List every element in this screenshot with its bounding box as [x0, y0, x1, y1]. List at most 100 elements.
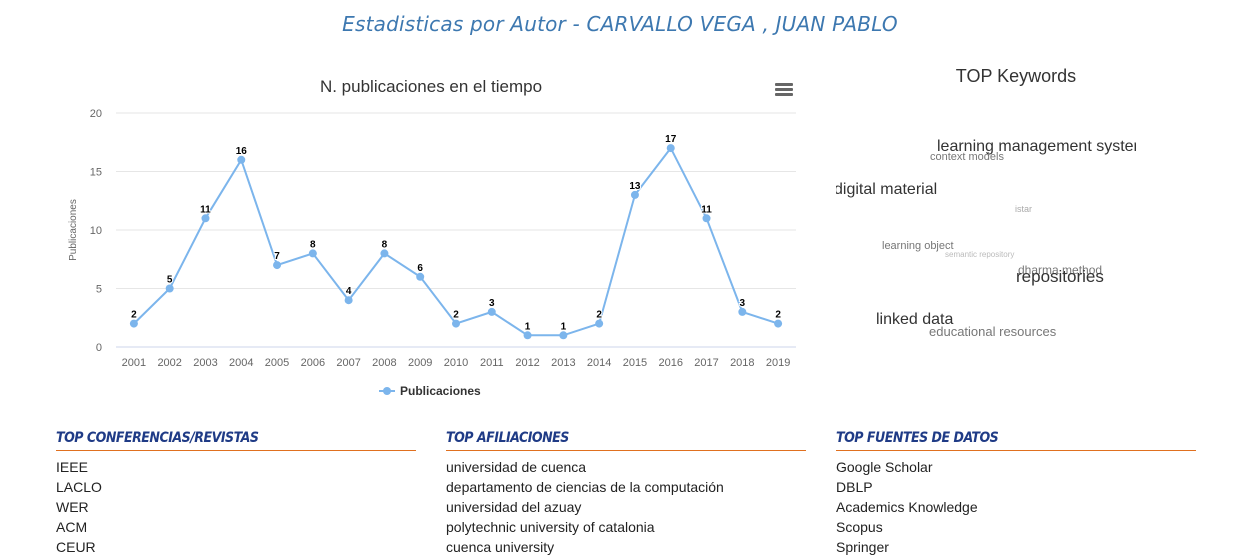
- x-tick-label: 2015: [623, 357, 647, 369]
- affiliation-item[interactable]: cuenca university: [446, 537, 806, 557]
- x-tick-label: 2011: [480, 357, 504, 369]
- data-point: [380, 249, 389, 258]
- data-label: 1: [525, 321, 531, 332]
- data-point: [595, 319, 604, 328]
- top-affiliations-title: TOP AFILIACIONES: [446, 430, 806, 451]
- top-conferences-title: TOP CONFERENCIAS/REVISTAS: [56, 430, 416, 451]
- data-label: 2: [596, 310, 602, 321]
- conference-item[interactable]: ACM: [56, 517, 416, 537]
- x-tick-label: 2002: [157, 357, 181, 369]
- y-axis-label: Publicaciones: [68, 199, 79, 261]
- data-label: 8: [310, 239, 316, 250]
- y-tick-label: 20: [90, 108, 102, 120]
- x-tick-label: 2001: [122, 357, 146, 369]
- data-point: [273, 261, 282, 270]
- x-tick-label: 2005: [265, 357, 289, 369]
- x-tick-label: 2008: [372, 357, 396, 369]
- keyword-item[interactable]: repositories: [1016, 267, 1104, 287]
- y-tick-label: 10: [90, 225, 102, 237]
- x-tick-label: 2016: [658, 357, 682, 369]
- data-point: [416, 272, 425, 281]
- data-label: 4: [346, 286, 352, 297]
- data-label: 2: [131, 310, 137, 321]
- keyword-item[interactable]: digital material: [836, 181, 937, 199]
- data-point: [559, 331, 568, 340]
- x-tick-label: 2017: [694, 357, 718, 369]
- data-label: 11: [200, 204, 211, 215]
- data-point: [201, 214, 210, 223]
- page-title: Estadisticas por Autor - CARVALLO VEGA ,…: [342, 12, 898, 36]
- conference-item[interactable]: LACLO: [56, 477, 416, 497]
- source-item[interactable]: Springer: [836, 537, 1196, 557]
- data-point: [129, 319, 138, 328]
- affiliation-item[interactable]: departamento de ciencias de la computaci…: [446, 477, 806, 497]
- data-point: [452, 319, 460, 328]
- data-label: 5: [167, 275, 173, 286]
- x-tick-label: 2006: [301, 357, 325, 369]
- legend-marker: [383, 387, 391, 395]
- data-point: [237, 155, 246, 164]
- y-tick-label: 0: [96, 342, 102, 354]
- chart-title: N. publicaciones en el tiempo: [320, 77, 542, 96]
- keywords-title: TOP Keywords: [955, 66, 1077, 86]
- data-label: 11: [701, 204, 712, 215]
- x-tick-label: 2003: [193, 357, 217, 369]
- data-label: 2: [453, 310, 459, 321]
- affiliation-item[interactable]: universidad del azuay: [446, 497, 806, 517]
- top-affiliations-section: TOP AFILIACIONES universidad de cuenca d…: [446, 430, 806, 557]
- x-tick-label: 2004: [229, 357, 253, 369]
- source-item[interactable]: Academics Knowledge: [836, 497, 1196, 517]
- keyword-item[interactable]: educational resources: [929, 324, 1056, 339]
- data-point: [523, 331, 532, 340]
- x-tick-label: 2007: [336, 357, 360, 369]
- top-sources-title: TOP FUENTES DE DATOS: [836, 430, 1196, 451]
- data-point: [630, 190, 639, 199]
- data-label: 16: [236, 146, 248, 157]
- top-sources-section: TOP FUENTES DE DATOS Google Scholar DBLP…: [836, 430, 1196, 557]
- data-point: [487, 307, 496, 316]
- conference-item[interactable]: CEUR: [56, 537, 416, 557]
- keyword-item[interactable]: istar: [1015, 204, 1032, 214]
- keyword-cloud: learning management system context model…: [836, 100, 1136, 360]
- data-label: 1: [561, 321, 567, 332]
- line-chart-svg: N. publicaciones en el tiempo05101520Pub…: [68, 77, 796, 398]
- data-label: 13: [629, 181, 641, 192]
- legend-label: Publicaciones: [400, 384, 481, 398]
- keyword-item[interactable]: learning object: [882, 240, 954, 252]
- x-tick-label: 2018: [730, 357, 754, 369]
- chart-menu-icon[interactable]: [775, 81, 793, 99]
- x-tick-label: 2012: [515, 357, 539, 369]
- source-item[interactable]: DBLP: [836, 477, 1196, 497]
- x-tick-label: 2013: [551, 357, 575, 369]
- conference-item[interactable]: WER: [56, 497, 416, 517]
- y-tick-label: 15: [90, 167, 102, 179]
- keyword-item[interactable]: context models: [930, 151, 1004, 163]
- data-label: 8: [382, 239, 388, 250]
- source-item[interactable]: Scopus: [836, 517, 1196, 537]
- data-point: [165, 284, 174, 293]
- data-point: [666, 144, 675, 153]
- affiliation-item[interactable]: polytechnic university of catalonia: [446, 517, 806, 537]
- source-item[interactable]: Google Scholar: [836, 457, 1196, 477]
- data-label: 3: [489, 298, 495, 309]
- x-tick-label: 2010: [444, 357, 468, 369]
- data-point: [738, 307, 747, 316]
- x-tick-label: 2009: [408, 357, 432, 369]
- data-label: 3: [740, 298, 746, 309]
- series-line: [133, 146, 779, 337]
- conference-item[interactable]: IEEE: [56, 457, 416, 477]
- y-tick-label: 5: [96, 284, 102, 296]
- x-tick-label: 2014: [587, 357, 611, 369]
- top-conferences-section: TOP CONFERENCIAS/REVISTAS IEEE LACLO WER…: [56, 430, 416, 557]
- data-label: 2: [775, 310, 781, 321]
- data-point: [344, 296, 353, 305]
- data-label: 7: [274, 251, 280, 262]
- data-point: [308, 249, 317, 258]
- publications-chart: N. publicaciones en el tiempo 0 5 10 15 20 Pub…: [56, 60, 806, 410]
- data-label: 6: [417, 263, 423, 274]
- data-point: [702, 214, 711, 223]
- data-point: [774, 319, 783, 328]
- x-tick-label: 2019: [766, 357, 790, 369]
- affiliation-item[interactable]: universidad de cuenca: [446, 457, 806, 477]
- keyword-item[interactable]: semantic repository: [945, 250, 1014, 259]
